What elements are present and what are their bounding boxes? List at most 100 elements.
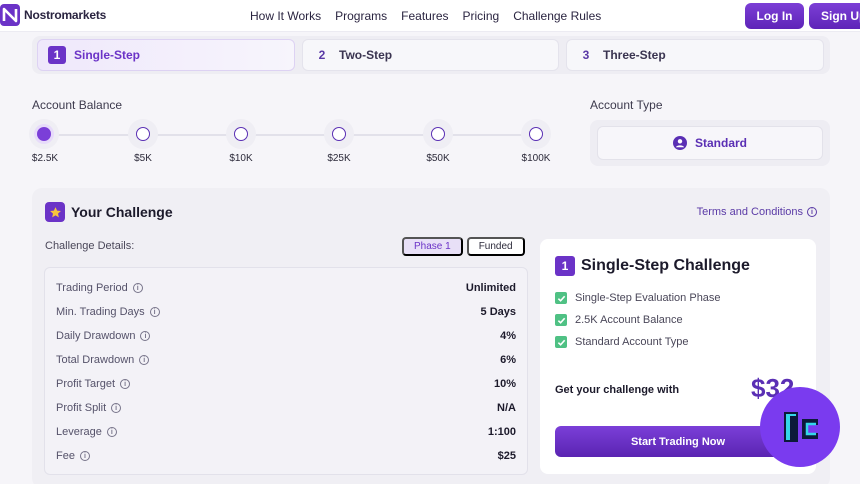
summary-step-number: 1 (555, 256, 575, 276)
feature-text: 2.5K Account Balance (575, 314, 683, 326)
brand-name: Nostromarkets (24, 8, 107, 22)
get-challenge-label: Get your challenge with (555, 384, 680, 396)
detail-label-text: Profit Target (56, 378, 116, 390)
nav-link-challenge-rules[interactable]: Challenge Rules (513, 9, 601, 23)
slider-dot (37, 127, 51, 141)
info-icon[interactable]: i (111, 403, 122, 413)
detail-label-text: Profit Split (56, 402, 107, 414)
info-icon[interactable]: i (132, 283, 143, 293)
detail-label-text: Trading Period (56, 282, 128, 294)
balance-label-50k: $50K (426, 153, 450, 164)
your-challenge-card: Your Challenge Terms and Conditions i Ch… (32, 188, 830, 484)
balance-option-100k[interactable] (521, 119, 551, 149)
slider-dot (234, 127, 248, 141)
detail-value: 10% (493, 378, 516, 390)
detail-value: $25 (497, 450, 516, 462)
balance-option-5k[interactable] (128, 119, 158, 149)
info-icon[interactable]: i (139, 355, 150, 365)
step-label: Three-Step (603, 48, 666, 62)
tab-single-step[interactable]: 1 Single-Step (37, 39, 295, 71)
balance-label-2-5k: $2.5K (31, 153, 59, 164)
info-icon: i (807, 207, 817, 217)
info-icon[interactable]: i (149, 307, 160, 317)
brand-logo[interactable]: Nostromarkets (0, 4, 106, 26)
info-icon[interactable]: i (106, 427, 117, 437)
feature-item: 2.5K Account Balance (555, 314, 683, 326)
info-icon[interactable]: i (140, 331, 151, 341)
step-number: 2 (318, 48, 326, 62)
balance-option-25k[interactable] (324, 119, 354, 149)
summary-header: 1 Single-Step Challenge (555, 256, 750, 276)
balance-label-25k: $25K (327, 153, 351, 164)
detail-label-total-drawdown: Total Drawdown i (56, 354, 150, 366)
account-balance-label: Account Balance (32, 98, 123, 112)
detail-label-profit-target: Profit Target i (56, 378, 131, 390)
step-number: 3 (582, 48, 590, 62)
feature-text: Standard Account Type (575, 336, 689, 348)
detail-label-leverage: Leverage i (56, 426, 117, 438)
detail-label-text: Fee (56, 450, 75, 462)
account-type-value: Standard (694, 136, 747, 150)
detail-value: N/A (497, 402, 516, 414)
balance-slider-track[interactable] (44, 134, 538, 136)
detail-value: 4% (500, 330, 516, 342)
step-label: Two-Step (339, 48, 393, 62)
account-type-standard[interactable]: Standard (597, 126, 823, 160)
balance-label-100k: $100K (521, 153, 551, 164)
detail-row-daily-drawdown: Daily Drawdown i 4% (56, 326, 516, 346)
terms-label: Terms and Conditions (696, 206, 803, 218)
signup-button[interactable]: Sign Up (809, 3, 860, 29)
balance-option-50k[interactable] (423, 119, 453, 149)
step-number: 1 (48, 46, 66, 64)
account-type-selector: Standard (590, 120, 830, 166)
detail-value: Unlimited (465, 282, 516, 294)
user-icon (672, 136, 687, 150)
phase-1-tab[interactable]: Phase 1 (402, 237, 463, 256)
detail-label-min-trading-days: Min. Trading Days i (56, 306, 160, 318)
check-icon (555, 314, 567, 326)
detail-label-text: Daily Drawdown (56, 330, 136, 342)
nav-link-features[interactable]: Features (401, 9, 448, 23)
slider-dot (332, 127, 346, 141)
step-label: Single-Step (74, 48, 141, 62)
summary-title: Single-Step Challenge (581, 257, 750, 274)
detail-label-text: Leverage (56, 426, 102, 438)
detail-label-text: Total Drawdown (56, 354, 135, 366)
detail-row-min-trading-days: Min. Trading Days i 5 Days (56, 302, 516, 322)
detail-row-trading-period: Trading Period i Unlimited (56, 278, 516, 298)
balance-option-10k[interactable] (226, 119, 256, 149)
feature-text: Single-Step Evaluation Phase (575, 292, 721, 304)
terms-and-conditions-link[interactable]: Terms and Conditions i (697, 206, 817, 218)
logo-icon (0, 4, 20, 26)
detail-row-total-drawdown: Total Drawdown i 6% (56, 350, 516, 370)
detail-row-profit-target: Profit Target i 10% (56, 374, 516, 394)
balance-label-5k: $5K (134, 153, 152, 164)
slider-dot (431, 127, 445, 141)
detail-label-trading-period: Trading Period i (56, 282, 143, 294)
nav-link-programs[interactable]: Programs (335, 9, 387, 23)
challenge-header: Your Challenge (45, 202, 173, 222)
detail-label-profit-split: Profit Split i (56, 402, 122, 414)
funded-tab[interactable]: Funded (466, 237, 525, 256)
nav-link-pricing[interactable]: Pricing (463, 9, 500, 23)
info-icon[interactable]: i (79, 451, 90, 461)
info-icon[interactable]: i (120, 379, 131, 389)
tab-three-step[interactable]: 3 Three-Step (566, 39, 824, 71)
detail-value: 1:100 (487, 426, 516, 438)
feature-item: Standard Account Type (555, 336, 689, 348)
watermark-logo (760, 387, 840, 467)
detail-label-daily-drawdown: Daily Drawdown i (56, 330, 151, 342)
check-icon (555, 292, 567, 304)
check-icon (555, 336, 567, 348)
nav-link-how-it-works[interactable]: How It Works (250, 9, 321, 23)
tab-two-step[interactable]: 2 Two-Step (302, 39, 559, 71)
account-type-label: Account Type (590, 98, 663, 112)
feature-item: Single-Step Evaluation Phase (555, 292, 721, 304)
top-nav: Nostromarkets How It Works Programs Feat… (0, 0, 860, 32)
slider-dot (529, 127, 543, 141)
detail-value: 5 Days (480, 306, 516, 318)
slider-dot (136, 127, 150, 141)
balance-option-2-5k[interactable] (29, 119, 59, 149)
detail-label-fee: Fee i (56, 450, 90, 462)
login-button[interactable]: Log In (745, 3, 804, 29)
